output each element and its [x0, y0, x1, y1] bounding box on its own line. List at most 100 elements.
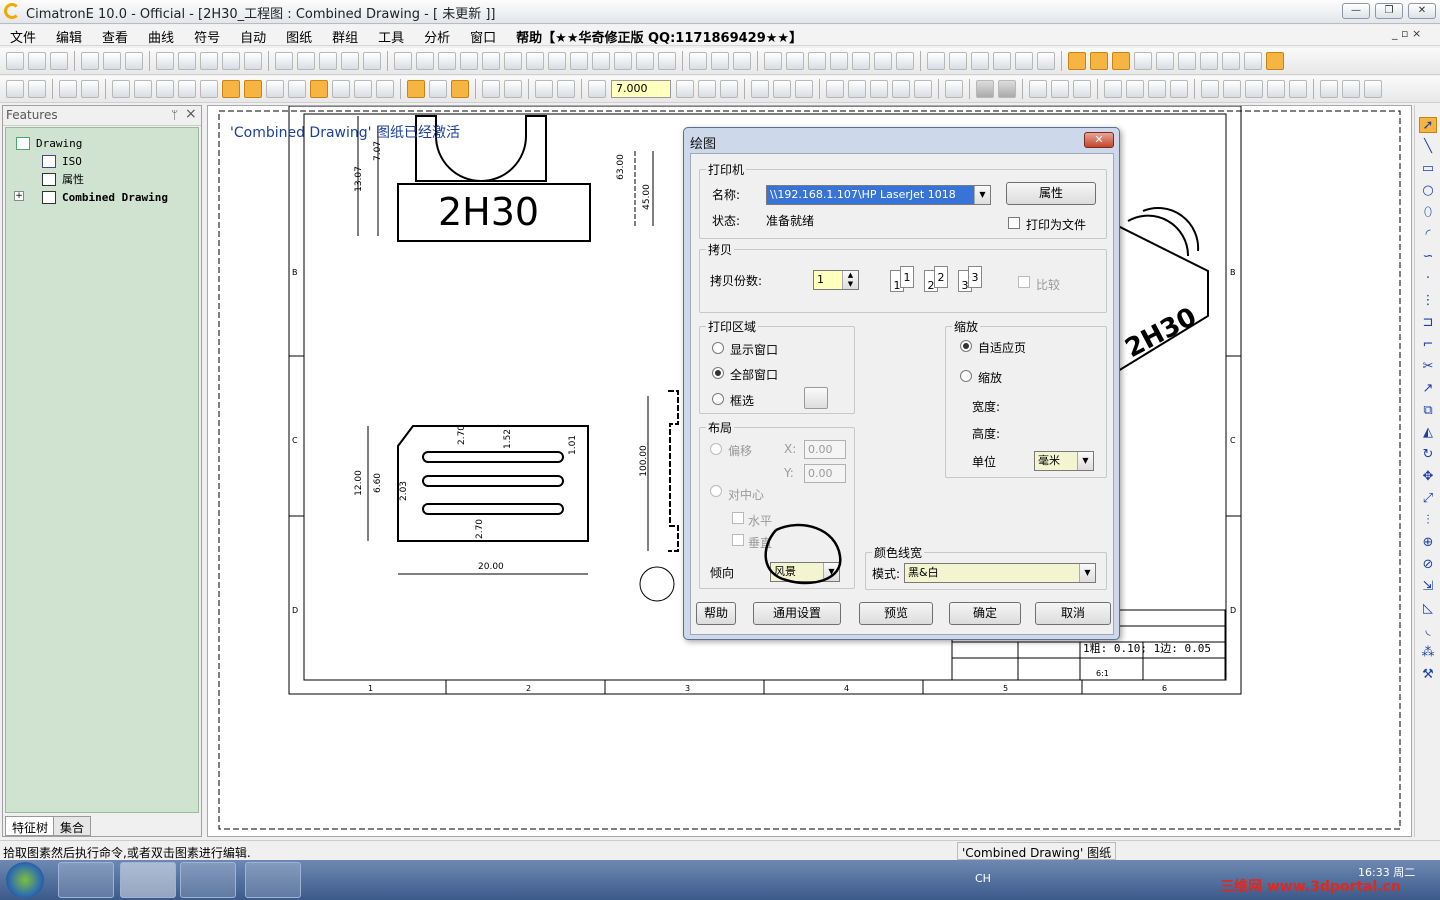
layer-icon[interactable] [808, 52, 826, 70]
taskbar-app-bubbles-icon[interactable] [58, 862, 114, 898]
maximize-button[interactable]: ❐ [1375, 3, 1403, 19]
tool-icon[interactable] [244, 52, 262, 70]
datum-icon[interactable] [848, 80, 866, 98]
box-select-button[interactable] [804, 387, 828, 409]
join-icon[interactable]: ⊕ [1419, 535, 1437, 551]
spline-icon[interactable] [1029, 80, 1047, 98]
menu-symbol[interactable]: 符号 [184, 25, 230, 46]
dim-chain-icon[interactable] [266, 80, 284, 98]
render-icon[interactable] [976, 80, 994, 98]
snap-mid-icon[interactable] [1222, 52, 1240, 70]
tree-node-drawing[interactable]: Drawing [16, 134, 82, 152]
note-icon[interactable] [407, 80, 425, 98]
view-back-icon[interactable] [438, 52, 456, 70]
check-icon[interactable] [826, 80, 844, 98]
divide-icon[interactable]: ⊘ [1419, 557, 1437, 573]
pick-icon[interactable] [81, 80, 99, 98]
tree-node-properties[interactable]: 属性 [42, 170, 84, 188]
filter-icon[interactable] [222, 52, 240, 70]
prev-icon[interactable] [764, 52, 782, 70]
table-grid-icon[interactable] [1104, 80, 1122, 98]
extend-icon[interactable]: ↗ [1419, 381, 1437, 397]
display-window-radio[interactable] [712, 342, 724, 354]
dialog-close-button[interactable]: ✕ [1084, 132, 1114, 148]
dim-base-icon[interactable] [376, 80, 394, 98]
array-icon[interactable]: ⁂ [1419, 645, 1437, 661]
tree-node-iso[interactable]: ISO [42, 152, 82, 170]
preview-button[interactable]: 预览 [859, 602, 933, 625]
snap-edge-icon[interactable] [1156, 52, 1174, 70]
copy-entity-icon[interactable]: ⧉ [1419, 403, 1437, 419]
grid-icon[interactable] [830, 52, 848, 70]
scale-entity-icon[interactable]: ⤢ [1419, 491, 1437, 507]
target-icon[interactable] [945, 80, 963, 98]
menu-auto[interactable]: 自动 [230, 25, 276, 46]
spinner-arrows-icon[interactable]: ▲ ▼ [842, 271, 858, 289]
color-mode-select[interactable]: 黑&白 ▼ [904, 563, 1096, 583]
zoom-icon[interactable] [319, 52, 337, 70]
group-icon[interactable] [1223, 80, 1241, 98]
open-file-icon[interactable] [28, 52, 46, 70]
close-icon[interactable]: × [185, 106, 197, 122]
view-iso-icon[interactable] [394, 52, 412, 70]
view-section-icon[interactable] [570, 52, 588, 70]
view-detail-icon[interactable] [178, 80, 196, 98]
find-icon[interactable] [733, 52, 751, 70]
view-right-icon[interactable] [482, 52, 500, 70]
start-button[interactable] [6, 862, 44, 898]
help-button[interactable]: 帮助 [696, 602, 736, 625]
menu-window[interactable]: 窗口 [460, 25, 506, 46]
view-bottom-icon[interactable] [526, 52, 544, 70]
break-icon[interactable]: ⫶ [1419, 513, 1437, 529]
tree-node-combined-drawing[interactable]: Combined Drawing [42, 188, 168, 206]
save-icon[interactable] [50, 52, 68, 70]
pointer-icon[interactable]: ➚ [1419, 117, 1437, 133]
taskbar-green-app-icon[interactable] [245, 862, 301, 898]
cancel-button[interactable]: 取消 [1035, 602, 1111, 625]
ungroup-icon[interactable] [1245, 80, 1263, 98]
snap-line-icon[interactable] [1068, 52, 1086, 70]
line-weight-icon[interactable] [1015, 52, 1033, 70]
wrench-icon[interactable]: ⚒ [1419, 667, 1437, 683]
expand-toggle[interactable]: + [14, 191, 24, 201]
menu-tools[interactable]: 工具 [368, 25, 414, 46]
shading-icon[interactable] [592, 52, 610, 70]
snap-intersect-icon[interactable] [1178, 52, 1196, 70]
view-aux-icon[interactable] [156, 80, 174, 98]
light-icon[interactable] [689, 52, 707, 70]
box-select-radio[interactable] [712, 393, 724, 405]
snap-perp-icon[interactable] [1244, 52, 1262, 70]
pan-icon[interactable] [341, 52, 359, 70]
spline-curve-icon[interactable]: ∽ [1419, 249, 1437, 265]
pen-icon[interactable] [971, 52, 989, 70]
dim-auto-icon[interactable] [222, 80, 240, 98]
fillet-icon[interactable]: ◟ [1419, 623, 1437, 639]
menu-group[interactable]: 群组 [322, 25, 368, 46]
view-normal-icon[interactable] [548, 52, 566, 70]
move-icon[interactable] [1289, 80, 1307, 98]
menu-sheet[interactable]: 图纸 [276, 25, 322, 46]
stretch-icon[interactable]: ⇲ [1419, 579, 1437, 595]
unit-select[interactable]: 毫米 ▼ [1034, 451, 1094, 471]
line-style-icon[interactable] [927, 52, 945, 70]
snap-grid-icon[interactable] [1266, 52, 1284, 70]
chamfer-icon[interactable]: ◺ [1419, 601, 1437, 617]
ellipse-icon[interactable]: ⬯ [1419, 205, 1437, 221]
rotate-icon[interactable] [363, 52, 381, 70]
symbol-icon[interactable] [451, 80, 469, 98]
tolerance-icon[interactable] [870, 80, 888, 98]
undo-icon[interactable] [156, 52, 174, 70]
view-break-icon[interactable] [200, 80, 218, 98]
hidden-line-icon[interactable] [636, 52, 654, 70]
balloon-icon[interactable] [429, 80, 447, 98]
copies-count-spinner[interactable]: 1 ▲ ▼ [813, 270, 859, 290]
deselect-icon[interactable] [1364, 80, 1382, 98]
select-all-icon[interactable] [1342, 80, 1360, 98]
trim-icon[interactable]: ✂ [1419, 359, 1437, 375]
frame-icon[interactable] [720, 80, 738, 98]
leader-icon[interactable] [892, 80, 910, 98]
print-icon[interactable] [103, 52, 121, 70]
scale-icon[interactable] [588, 80, 606, 98]
horizontal-checkbox[interactable] [732, 512, 744, 524]
hatch-area-icon[interactable] [998, 80, 1016, 98]
